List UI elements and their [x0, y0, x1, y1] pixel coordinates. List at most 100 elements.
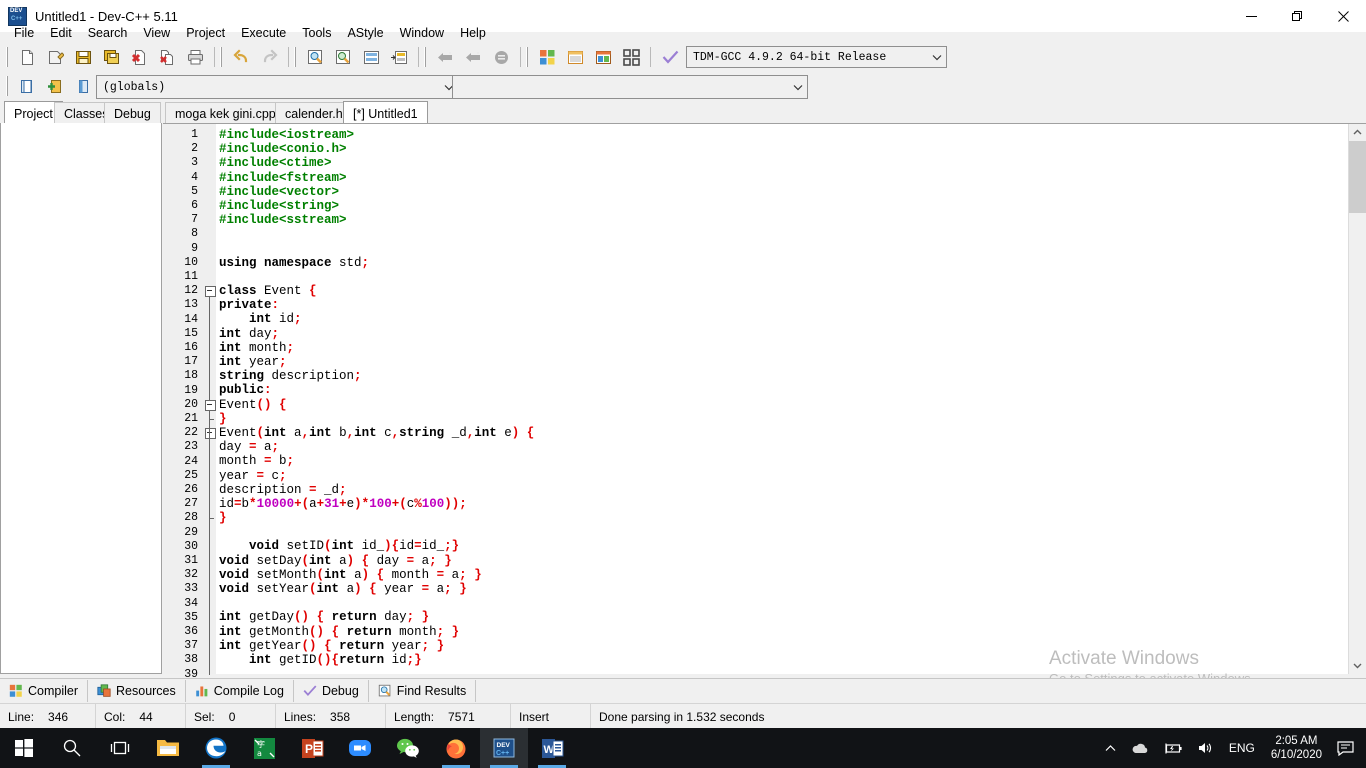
code-line[interactable] — [216, 667, 1349, 674]
toolbar-gripper[interactable] — [6, 47, 10, 67]
menu-project[interactable]: Project — [178, 23, 233, 43]
volume-icon[interactable] — [1190, 728, 1221, 768]
rebuild-all-icon[interactable] — [618, 45, 644, 70]
action-center-icon[interactable] — [1330, 728, 1366, 768]
code-line[interactable] — [216, 242, 1349, 256]
scrollbar-thumb[interactable] — [1349, 141, 1366, 213]
status-insert-mode[interactable]: Insert — [511, 704, 591, 729]
search-button[interactable] — [48, 728, 96, 768]
code-line[interactable]: private: — [216, 298, 1349, 312]
fold-toggle-icon[interactable] — [205, 428, 216, 440]
code-line[interactable]: id=b*10000+(a+31+e)*100+(c%100)); — [216, 497, 1349, 511]
code-line[interactable]: public: — [216, 383, 1349, 397]
syntax-check-icon[interactable] — [657, 45, 683, 70]
open-file-icon[interactable] — [42, 45, 68, 70]
dev-cpp[interactable]: DEV C++ — [480, 728, 528, 768]
code-text-area[interactable]: #include<iostream> #include<conio.h> #incl… — [216, 124, 1349, 674]
toolbar-gripper-4[interactable] — [424, 47, 428, 67]
menu-window[interactable]: Window — [392, 23, 452, 43]
menu-search[interactable]: Search — [80, 23, 136, 43]
code-line[interactable]: #include<string> — [216, 199, 1349, 213]
toggle-panel-icon[interactable] — [70, 74, 96, 99]
menu-tools[interactable]: Tools — [294, 23, 339, 43]
start-button[interactable] — [0, 728, 48, 768]
menu-astyle[interactable]: AStyle — [339, 23, 391, 43]
code-line[interactable]: void setYear(int a) { year = a; } — [216, 582, 1349, 596]
toolbar-gripper-5[interactable] — [526, 47, 530, 67]
code-line[interactable]: #include<fstream> — [216, 171, 1349, 185]
microsoft-word[interactable]: W — [528, 728, 576, 768]
menu-file[interactable]: File — [6, 23, 42, 43]
bottom-tab-compiler[interactable]: Compiler — [0, 680, 89, 702]
bottom-tab-resources[interactable]: Resources — [88, 680, 186, 702]
battery-charging-icon[interactable] — [1156, 728, 1190, 768]
code-line[interactable] — [216, 227, 1349, 241]
bottom-tab-compile-log[interactable]: Compile Log — [186, 680, 294, 702]
close-file-icon[interactable] — [126, 45, 152, 70]
fold-toggle-icon[interactable] — [205, 399, 216, 411]
editor-tab-calender-h[interactable]: calender.h — [275, 102, 353, 124]
code-line[interactable]: Event(int a,int b,int c,string _d,int e)… — [216, 426, 1349, 440]
code-line[interactable]: day = a; — [216, 440, 1349, 454]
code-line[interactable]: using namespace std; — [216, 256, 1349, 270]
fold-toggle-icon[interactable] — [205, 286, 216, 298]
editor-vertical-scrollbar[interactable] — [1348, 124, 1366, 674]
code-line[interactable]: #include<conio.h> — [216, 142, 1349, 156]
translate-app[interactable]: 字 a — [240, 728, 288, 768]
code-line[interactable]: void setID(int id_){id=id_;} — [216, 539, 1349, 553]
code-line[interactable] — [216, 270, 1349, 284]
bottom-tab-debug[interactable]: Debug — [294, 680, 369, 702]
code-line[interactable]: year = c; — [216, 469, 1349, 483]
code-line[interactable] — [216, 525, 1349, 539]
code-line[interactable]: int id; — [216, 312, 1349, 326]
firefox[interactable] — [432, 728, 480, 768]
code-line[interactable]: void setDay(int a) { day = a; } — [216, 554, 1349, 568]
code-line[interactable]: } — [216, 511, 1349, 525]
add-icon[interactable] — [42, 74, 68, 99]
code-line[interactable]: int month; — [216, 341, 1349, 355]
toggle-breakpoint-icon[interactable] — [488, 45, 514, 70]
language-indicator[interactable]: ENG — [1221, 741, 1263, 755]
task-view-button[interactable] — [96, 728, 144, 768]
minimize-button[interactable] — [1228, 0, 1274, 32]
compiler-set-select[interactable]: TDM-GCC 4.9.2 64-bit Release — [686, 46, 947, 68]
code-line[interactable]: int day; — [216, 327, 1349, 341]
wechat[interactable] — [384, 728, 432, 768]
forward-icon[interactable] — [460, 45, 486, 70]
code-line[interactable]: #include<sstream> — [216, 213, 1349, 227]
back-icon[interactable] — [432, 45, 458, 70]
run-icon[interactable] — [562, 45, 588, 70]
replace-icon[interactable] — [330, 45, 356, 70]
undo-icon[interactable] — [228, 45, 254, 70]
menu-view[interactable]: View — [135, 23, 178, 43]
clock[interactable]: 2:05 AM 6/10/2020 — [1263, 728, 1330, 768]
code-line[interactable]: string description; — [216, 369, 1349, 383]
code-line[interactable]: int year; — [216, 355, 1349, 369]
zoom-app[interactable] — [336, 728, 384, 768]
scroll-up-button[interactable] — [1349, 124, 1366, 141]
find-icon[interactable] — [302, 45, 328, 70]
code-line[interactable]: int getMonth() { return month; } — [216, 625, 1349, 639]
insert-icon[interactable] — [14, 74, 40, 99]
panel-tab-debug[interactable]: Debug — [104, 102, 161, 124]
code-line[interactable]: void setMonth(int a) { month = a; } — [216, 568, 1349, 582]
code-line[interactable]: int getDay() { return day; } — [216, 610, 1349, 624]
compile-run-icon[interactable] — [590, 45, 616, 70]
microsoft-edge[interactable] — [192, 728, 240, 768]
code-line[interactable]: } — [216, 412, 1349, 426]
bottom-tab-find-results[interactable]: Find Results — [369, 680, 477, 702]
close-button[interactable] — [1320, 0, 1366, 32]
scope-select[interactable]: (globals) — [96, 75, 459, 99]
scroll-down-button[interactable] — [1349, 657, 1366, 674]
code-line[interactable]: month = b; — [216, 454, 1349, 468]
code-line[interactable]: #include<iostream> — [216, 128, 1349, 142]
symbol-select[interactable] — [452, 75, 808, 99]
file-explorer[interactable] — [144, 728, 192, 768]
menu-edit[interactable]: Edit — [42, 23, 80, 43]
editor-tab-moga-kek-gini-cpp[interactable]: moga kek gini.cpp — [165, 102, 286, 124]
toolbar2-gripper[interactable] — [6, 76, 10, 96]
menu-help[interactable]: Help — [452, 23, 494, 43]
goto-function-icon[interactable] — [386, 45, 412, 70]
menu-execute[interactable]: Execute — [233, 23, 294, 43]
new-file-icon[interactable] — [14, 45, 40, 70]
